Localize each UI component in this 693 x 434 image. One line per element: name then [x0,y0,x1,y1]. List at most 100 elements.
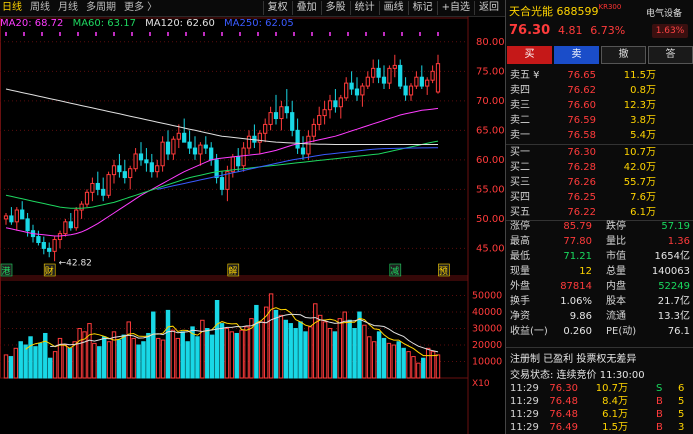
bid-price: 76.25 [567,192,596,203]
bid-price: 76.28 [567,162,596,173]
candle-body [63,221,68,235]
price-tick-label: 55.00 [476,184,505,195]
stat-value: 71.21 [563,251,592,262]
tab-daily[interactable]: 日线 [2,1,22,15]
event-marker-label: 港 [2,265,11,277]
stat-value: 52249 [658,281,690,292]
candle-body [403,85,408,96]
candle-body [41,241,46,249]
draw-line-button[interactable]: 画线 [378,1,408,15]
tick-volume: 8.4万 [602,396,628,407]
volume-bar [313,303,318,379]
back-button[interactable]: 返回 [474,1,503,15]
listing-tags: 注册制 已盈利 投票权无差异 [510,354,637,365]
volume-bar [371,341,377,379]
ask-row: 卖五 ¥ 76.65 11.5万 [506,68,693,83]
adjust-button[interactable]: 复权 [262,1,292,15]
tick-direction: B [656,409,663,420]
candle-body [344,82,349,99]
candle-body [381,76,387,84]
tick-list[interactable]: 11:29 76.30 10.7万 S 6 11:29 76.48 8.4万 B 5 11:29 76… [506,382,693,434]
volume-bar [136,344,141,379]
volume-bar [131,337,136,379]
stat-label: 换手 [510,296,530,307]
volume-bar [87,323,92,379]
event-marker-label: 预 [439,266,448,277]
candle-body [273,112,279,120]
bid-volume: 6.1万 [630,207,656,218]
tab-multi-period[interactable]: 多周期 [86,1,116,15]
alert-button[interactable]: 答 [648,46,693,64]
candle-body [236,156,241,167]
stat-value: 12 [579,266,592,277]
candle-body [290,112,295,131]
stat-value: 0.260 [563,326,592,337]
stat-label: 内盘 [606,281,626,292]
quote-header: 天合光能 688599KR300 电气设备 1.63% 76.30 4.81 6… [506,0,693,44]
stat-row: 净资 9.86 流通 13.3亿 [506,309,693,324]
last-price: 76.30 [509,23,551,38]
volume-bar [308,326,313,379]
candle-body [74,209,79,229]
add-watchlist-button[interactable]: +自选 [436,1,474,15]
price-change: 4.81 [557,24,583,37]
volume-bar [28,336,33,379]
volume-bar [352,328,357,379]
candle-body [435,63,441,93]
candle-body [398,64,403,87]
event-marker-label: 减 [390,265,399,277]
volume-bar [224,328,230,379]
stat-label: 现量 [510,266,530,277]
ask-row: 卖四 76.62 0.8万 [506,83,693,98]
stat-value: 13.3亿 [657,311,690,322]
chart-tools: 复权 叠加 多股 统计 画线 标记 +自选 返回 [262,1,503,15]
volume-bar [298,321,303,379]
volume-bar [160,339,166,379]
price-tick-label: 60.00 [476,155,505,166]
overlay-button[interactable]: 叠加 [291,1,321,15]
stat-label: 市值 [606,251,626,262]
volume-bar [386,342,392,379]
tick-price: 76.48 [549,409,578,420]
tick-direction: S [656,383,663,394]
candle-body [430,70,435,81]
volume-bar [288,323,293,379]
sell-button[interactable]: 卖 [554,46,599,64]
mark-button[interactable]: 标记 [407,1,437,15]
multi-stock-button[interactable]: 多股 [320,1,350,15]
candle-body [25,218,30,232]
ask-label: 卖五 ¥ [510,70,540,81]
sector-name[interactable]: 电气设备 [646,6,682,19]
tab-weekly[interactable]: 周线 [30,1,50,15]
candle-body [268,112,273,125]
tick-row: 11:29 76.30 10.7万 S 6 [506,382,693,395]
buy-button[interactable]: 买 [507,46,552,64]
cancel-order-button[interactable]: 撤 [601,46,646,64]
low-price-annotation: ←42.82 [59,258,92,268]
candle-body [371,67,376,78]
volume-bar [106,341,112,379]
ask-volume: 3.8万 [630,115,656,126]
event-marker-label: 财 [45,265,54,277]
bid-row: 买一 76.30 10.7万 [506,145,693,160]
volume-bar [155,337,161,379]
candle-body [392,64,397,69]
stat-value: 87814 [560,281,592,292]
candle-body [111,165,117,176]
tick-price: 76.48 [549,396,578,407]
bid-row: 买三 76.26 55.7万 [506,175,693,190]
candle-body [263,123,268,134]
volume-bar [146,332,151,379]
kline-chart[interactable]: 45.00 50.00 55.00 60.00 65.00 70.00 75.00 80.00… [0,16,505,434]
candle-body [349,82,354,90]
candle-body [354,88,360,96]
volume-bar [347,319,352,379]
candle-body [187,141,192,149]
volume-bar [170,329,176,379]
volume-bar [47,357,53,379]
candle-body [338,97,343,108]
statistics-button[interactable]: 统计 [349,1,379,15]
tab-more[interactable]: 更多 〉 [124,1,157,15]
tab-monthly[interactable]: 月线 [58,1,78,15]
price-tick-label: 75.00 [476,66,505,77]
